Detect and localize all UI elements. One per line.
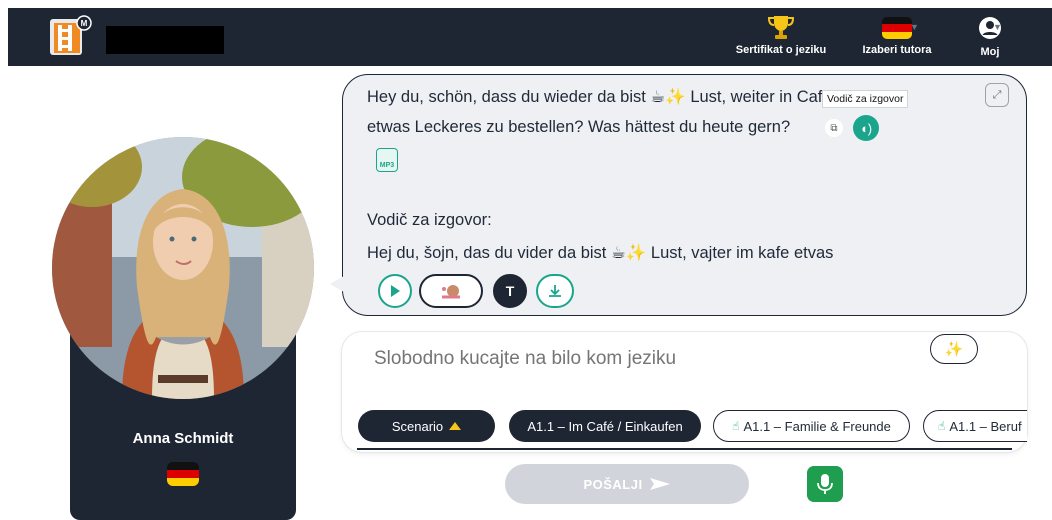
caret-up-icon <box>449 422 462 430</box>
german-flag-icon <box>882 17 912 39</box>
mp3-download-icon[interactable]: MP3 <box>376 148 398 172</box>
chip-scrollbar[interactable] <box>357 448 1012 450</box>
snail-icon <box>442 285 460 299</box>
scenario-chip-label: A1.1 – Im Café / Einkaufen <box>527 418 683 434</box>
send-label: POŠALJI <box>583 476 643 492</box>
message-line-1: Hey du, schön, dass du wieder da bist ☕✨… <box>367 88 832 106</box>
chevron-down-icon: ▼ <box>993 22 1002 32</box>
slow-playback-button[interactable] <box>419 274 483 308</box>
profile-menu[interactable]: Moj <box>962 14 1018 58</box>
message-input[interactable] <box>374 348 914 370</box>
german-flag-icon <box>167 462 199 486</box>
redacted-brand <box>106 26 224 54</box>
pronunciation-icon[interactable]: ◖) <box>853 115 879 141</box>
scenario-chip-cafe[interactable]: A1.1 – Im Café / Einkaufen <box>509 410 701 442</box>
pointer-hand-icon: ☝ <box>938 419 946 433</box>
expand-icon[interactable]: ⤢ <box>985 83 1009 107</box>
tutor-avatar <box>52 137 314 399</box>
certificate-link[interactable]: Sertifikat o jeziku <box>726 14 836 56</box>
show-text-button[interactable]: T <box>493 274 527 308</box>
top-navbar: M Sertifikat o jeziku Izaberi tutora ▼ M… <box>8 8 1052 66</box>
microphone-button[interactable] <box>807 466 843 502</box>
pronunciation-tooltip: Vodič za izgovor <box>822 90 909 108</box>
magic-wand-button[interactable]: ✨ <box>930 334 978 364</box>
microphone-icon <box>817 474 833 494</box>
pronunciation-guide-heading: Vodič za izgovor: <box>367 211 492 229</box>
message-line-2: etwas Leckeres zu bestellen? Was hättest… <box>367 118 791 136</box>
send-arrow-icon <box>649 478 670 490</box>
download-icon <box>549 285 561 297</box>
svg-text:M: M <box>81 19 88 28</box>
trophy-icon <box>767 16 795 39</box>
download-button[interactable] <box>536 274 574 308</box>
choose-tutor-label: Izaberi tutora <box>862 44 932 56</box>
scenario-dropdown[interactable]: Scenario <box>358 410 495 442</box>
scenario-chip-bar: Scenario A1.1 – Im Café / Einkaufen ☝ A1… <box>355 410 1027 444</box>
send-button[interactable]: POŠALJI <box>505 464 749 504</box>
copy-icon[interactable]: ⧉ <box>825 119 843 137</box>
pointer-hand-icon: ☝ <box>732 419 740 433</box>
mp3-label: MP3 <box>379 162 395 169</box>
play-button[interactable] <box>378 274 412 308</box>
scenario-chip-work[interactable]: ☝ A1.1 – Beruf <box>923 410 1027 442</box>
scenario-label: Scenario <box>391 418 444 434</box>
choose-tutor-menu[interactable]: Izaberi tutora <box>850 14 944 56</box>
text-format-icon: T <box>505 283 515 299</box>
chevron-down-icon: ▼ <box>910 22 919 32</box>
play-icon <box>391 285 400 297</box>
certificate-label: Sertifikat o jeziku <box>735 44 827 56</box>
bubble-tail <box>330 276 344 292</box>
pronunciation-guide-line: Hej du, šojn, das du vider da bist ☕✨ Lu… <box>367 244 834 262</box>
tutor-name: Anna Schmidt <box>132 430 234 447</box>
scenario-chip-label: A1.1 – Familie & Freunde <box>743 418 891 434</box>
profile-label: Moj <box>980 46 1000 58</box>
scenario-chip-label: A1.1 – Beruf <box>949 418 1022 434</box>
app-logo[interactable]: M <box>48 15 92 59</box>
magic-wand-icon: ✨ <box>944 341 964 358</box>
scenario-chip-family[interactable]: ☝ A1.1 – Familie & Freunde <box>713 410 910 442</box>
